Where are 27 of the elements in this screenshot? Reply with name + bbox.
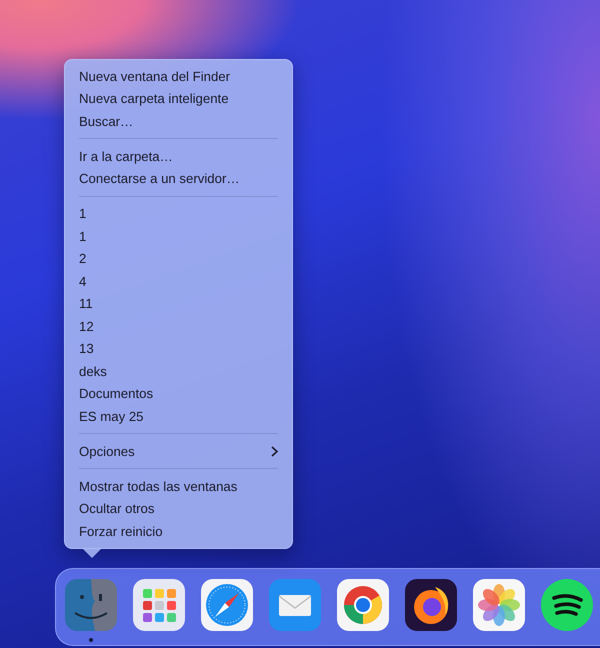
menu-item[interactable]: 4: [65, 270, 292, 292]
envelope-icon[interactable]: [269, 578, 321, 630]
smiling-face-icon[interactable]: [65, 578, 117, 630]
menu-item[interactable]: Forzar reinicio: [65, 520, 292, 542]
menu-item[interactable]: Nueva ventana del Finder: [65, 65, 292, 88]
menu-item[interactable]: Nueva carpeta inteligente: [65, 88, 292, 110]
menu-item[interactable]: 1: [65, 202, 292, 225]
sound-waves-icon[interactable]: [541, 578, 593, 630]
menu-item[interactable]: 1: [65, 225, 292, 248]
menu-item[interactable]: Ocultar otros: [65, 498, 292, 520]
menu-item[interactable]: Mostrar todas las ventanas: [65, 475, 292, 498]
menu-item[interactable]: Opciones: [65, 440, 292, 462]
menu-item[interactable]: 2: [65, 248, 292, 270]
menu-item[interactable]: 11: [65, 292, 292, 315]
menu-item[interactable]: 12: [65, 315, 292, 338]
menu-item[interactable]: 13: [65, 338, 292, 360]
app-grid-icon[interactable]: [133, 578, 185, 630]
colored-ring-icon[interactable]: [337, 578, 389, 630]
menu-item[interactable]: deks: [65, 360, 292, 382]
menu-item[interactable]: ES may 25: [65, 405, 292, 428]
compass-icon[interactable]: [201, 578, 253, 630]
menu-item[interactable]: Conectarse a un servidor…: [65, 168, 292, 190]
menu-item[interactable]: Ir a la carpeta…: [65, 145, 292, 168]
menu-item[interactable]: Documentos: [65, 382, 292, 405]
fox-globe-icon[interactable]: [405, 578, 457, 630]
menu-item[interactable]: Buscar…: [65, 110, 292, 132]
flower-icon[interactable]: [473, 578, 525, 630]
